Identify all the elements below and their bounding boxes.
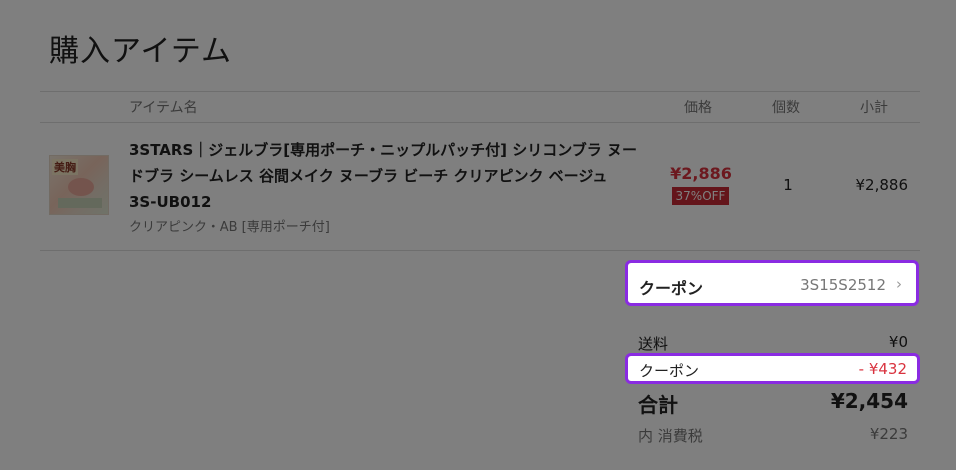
thumbnail-badge: 美胸 [52,159,78,175]
item-name[interactable]: 3STARS｜ジェルブラ[専用ポーチ・ニップルパッチ付] シリコンブラ ヌードブ… [129,137,639,215]
shipping-value: ¥0 [888,333,908,351]
discount-badge: 37%OFF [672,187,729,205]
thumbnail-package-shape [58,198,102,208]
item-variant: クリアピンク・AB [専用ポーチ付] [129,220,330,235]
column-header-item: アイテム名 [129,100,198,116]
coupon-discount-value: - ¥432 [858,360,907,378]
thumbnail-product-shape [68,178,94,196]
coupon-code: 3S15S2512 [800,276,886,294]
shipping-label: 送料 [638,335,669,353]
item-thumbnail[interactable]: 美胸 [49,155,109,215]
column-header-subtotal: 小計 [860,100,888,116]
dim-overlay [0,0,956,470]
item-price: ¥2,886 [670,164,732,183]
chevron-right-icon: › [896,275,902,293]
coupon-discount-row: クーポン - ¥432 [625,353,920,384]
total-label: 合計 [638,393,678,417]
tax-value: ¥223 [869,425,908,443]
purchase-items-page: 購入アイテム アイテム名 価格 個数 小計 美胸 3STARS｜ジェルブラ[専用… [0,0,956,470]
coupon-selector[interactable]: クーポン 3S15S2512 › [625,260,919,306]
item-subtotal: ¥2,886 [855,176,909,194]
header-divider-top [40,91,920,92]
column-header-price: 価格 [684,100,712,116]
coupon-selector-label: クーポン [639,279,704,298]
header-divider-bottom [40,122,920,123]
item-divider [40,250,920,251]
tax-label: 内 消費税 [638,427,703,445]
coupon-discount-label: クーポン [639,362,700,380]
total-value: ¥2,454 [830,389,908,413]
page-title: 購入アイテム [49,34,232,69]
item-quantity: 1 [783,176,793,194]
column-header-qty: 個数 [772,100,800,116]
